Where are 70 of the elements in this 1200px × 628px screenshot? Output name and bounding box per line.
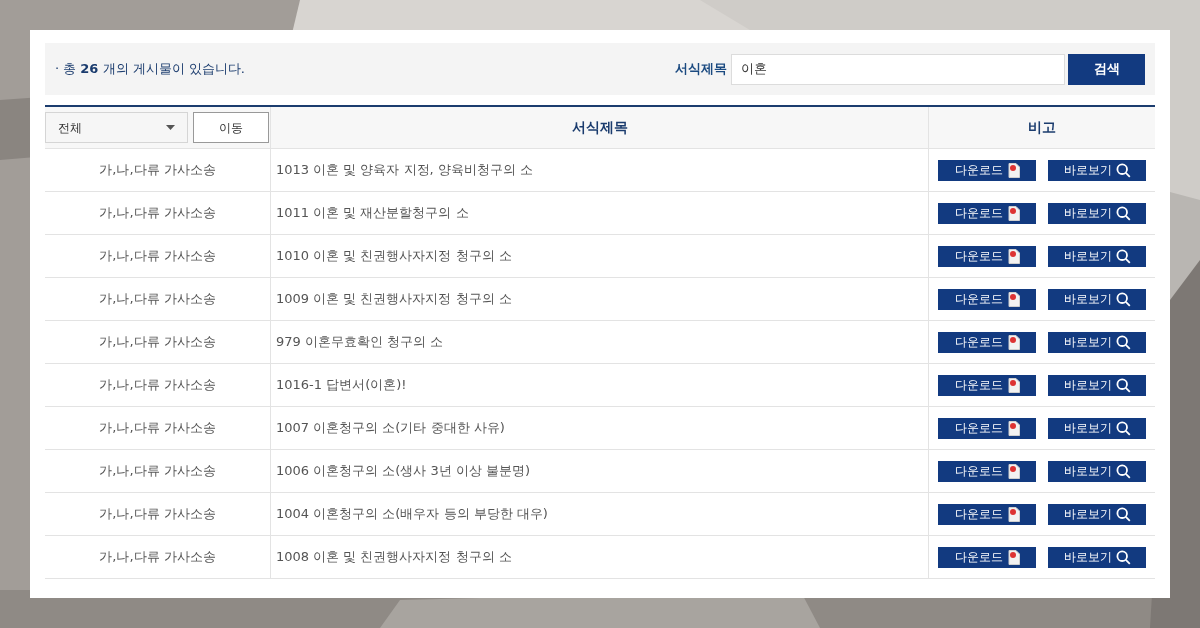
download-button[interactable]: 다운로드 bbox=[938, 460, 1036, 482]
search-icon bbox=[1115, 334, 1131, 350]
download-button[interactable]: 다운로드 bbox=[938, 546, 1036, 568]
document-icon bbox=[1007, 420, 1020, 436]
post-count-text: 총 26 개의 게시물이 있습니다. bbox=[63, 60, 245, 79]
view-button[interactable]: 바로보기 bbox=[1048, 417, 1146, 439]
table-cell-text: 가,나,다류 가사소송 bbox=[98, 161, 217, 180]
bullet: · bbox=[55, 60, 60, 79]
search-icon bbox=[1115, 549, 1131, 565]
search-icon bbox=[1115, 420, 1131, 436]
search-label: 서식제목 bbox=[675, 60, 727, 79]
document-icon bbox=[1007, 162, 1020, 178]
search-icon bbox=[1115, 248, 1131, 264]
move-button[interactable]: 이동 bbox=[193, 112, 269, 143]
table-cell: 1004 이혼청구의 소(배우자 등의 부당한 대우) bbox=[270, 493, 928, 535]
download-button[interactable]: 다운로드 bbox=[938, 202, 1036, 224]
table-cell: 1006 이혼청구의 소(생사 3년 이상 불분명) bbox=[270, 450, 928, 492]
download-button[interactable]: 다운로드 bbox=[938, 331, 1036, 353]
table-cell: 1007 이혼청구의 소(기타 중대한 사유) bbox=[270, 407, 928, 449]
table-cell: 1011 이혼 및 재산분할청구의 소 bbox=[270, 192, 928, 234]
search-icon bbox=[1115, 463, 1131, 479]
document-icon bbox=[1007, 248, 1020, 264]
download-button[interactable]: 다운로드 bbox=[938, 374, 1036, 396]
dropdown-caret-icon bbox=[166, 125, 175, 130]
table-cell-text: 가,나,다류 가사소송 bbox=[98, 419, 217, 438]
view-button[interactable]: 바로보기 bbox=[1048, 245, 1146, 267]
table-cell-text: 가,나,다류 가사소송 bbox=[98, 505, 217, 524]
document-icon bbox=[1007, 291, 1020, 307]
column-header: 서식제목 bbox=[270, 107, 928, 148]
table-cell-text: 가,나,다류 가사소송 bbox=[98, 290, 217, 309]
table-cell: 1013 이혼 및 양육자 지정, 양육비청구의 소 bbox=[270, 149, 928, 191]
view-button[interactable]: 바로보기 bbox=[1048, 503, 1146, 525]
table-cell-text: 가,나,다류 가사소송 bbox=[98, 247, 217, 266]
view-button[interactable]: 바로보기 bbox=[1048, 331, 1146, 353]
search-icon bbox=[1115, 291, 1131, 307]
table-cell-text: 가,나,다류 가사소송 bbox=[98, 462, 217, 481]
view-button[interactable]: 바로보기 bbox=[1048, 460, 1146, 482]
document-icon bbox=[1007, 549, 1020, 565]
document-icon bbox=[1007, 463, 1020, 479]
search-icon bbox=[1115, 506, 1131, 522]
column-header: 비고 bbox=[928, 107, 1155, 148]
table-cell: 1016-1 답변서(이혼)! bbox=[270, 364, 928, 406]
download-button[interactable]: 다운로드 bbox=[938, 503, 1036, 525]
document-icon bbox=[1007, 506, 1020, 522]
download-button[interactable]: 다운로드 bbox=[938, 159, 1036, 181]
view-button[interactable]: 바로보기 bbox=[1048, 288, 1146, 310]
view-button[interactable]: 바로보기 bbox=[1048, 546, 1146, 568]
view-button[interactable]: 바로보기 bbox=[1048, 202, 1146, 224]
search-icon bbox=[1115, 205, 1131, 221]
view-button[interactable]: 바로보기 bbox=[1048, 159, 1146, 181]
table-cell-text: 가,나,다류 가사소송 bbox=[98, 548, 217, 567]
search-icon bbox=[1115, 162, 1131, 178]
view-button[interactable]: 바로보기 bbox=[1048, 374, 1146, 396]
table-cell: 1008 이혼 및 친권행사자지정 청구의 소 bbox=[270, 536, 928, 578]
table-cell: 1009 이혼 및 친권행사자지정 청구의 소 bbox=[270, 278, 928, 320]
search-icon bbox=[1115, 377, 1131, 393]
download-button[interactable]: 다운로드 bbox=[938, 245, 1036, 267]
table-cell-text: 가,나,다류 가사소송 bbox=[98, 204, 217, 223]
category-select[interactable]: 전체 bbox=[45, 112, 188, 143]
download-button[interactable]: 다운로드 bbox=[938, 288, 1036, 310]
document-icon bbox=[1007, 334, 1020, 350]
download-button[interactable]: 다운로드 bbox=[938, 417, 1036, 439]
table-cell-text: 가,나,다류 가사소송 bbox=[98, 333, 217, 352]
search-field[interactable]: 이혼 bbox=[731, 53, 1065, 85]
table-cell: 979 이혼무효확인 청구의 소 bbox=[270, 321, 928, 363]
table-cell: 1010 이혼 및 친권행사자지정 청구의 소 bbox=[270, 235, 928, 277]
search-button[interactable]: 검색 bbox=[1068, 53, 1145, 85]
table-cell-text: 가,나,다류 가사소송 bbox=[98, 376, 217, 395]
document-icon bbox=[1007, 205, 1020, 221]
document-icon bbox=[1007, 377, 1020, 393]
